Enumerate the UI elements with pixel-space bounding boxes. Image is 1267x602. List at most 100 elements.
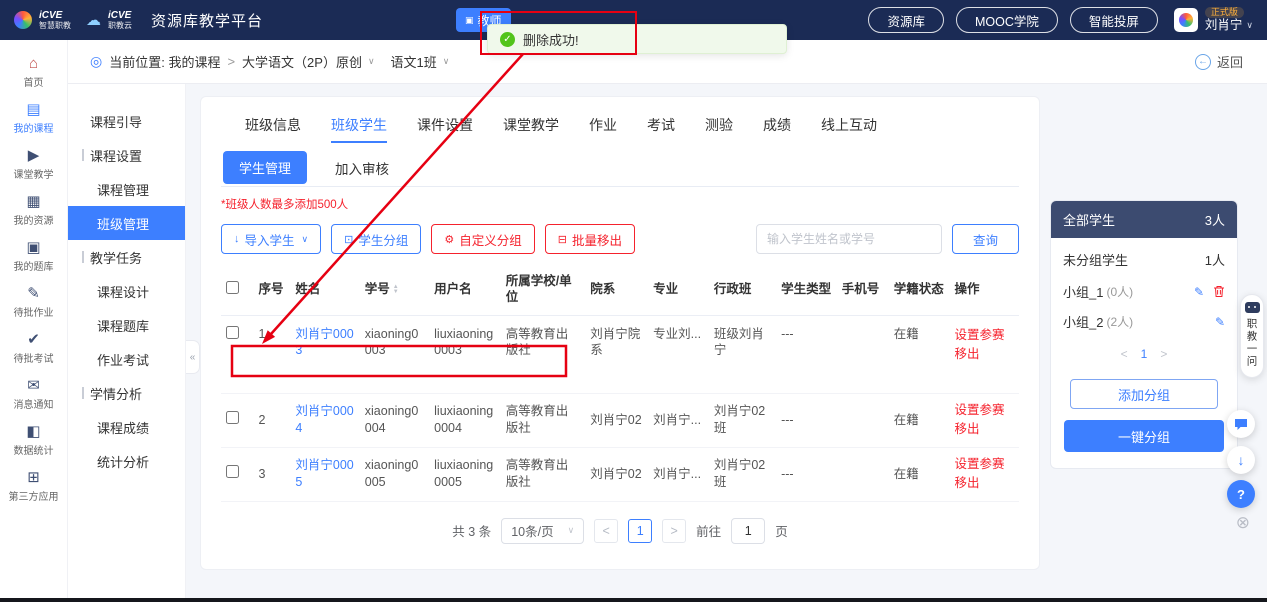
user-menu[interactable]: 正式版 刘肖宁 ∨ <box>1174 7 1253 34</box>
cell-index: 2 <box>254 393 291 447</box>
tab-class-info[interactable]: 班级信息 <box>245 115 301 147</box>
breadcrumb-course-select[interactable]: 大学语文（2P）原创 <box>242 52 362 71</box>
student-name-link[interactable]: 刘肖宁0005 <box>295 458 353 489</box>
menu-course-design[interactable]: 课程设计 <box>68 274 185 308</box>
help-widget-button[interactable]: ? <box>1227 480 1255 508</box>
student-grouping-button[interactable]: ⊡ 学生分组 <box>331 224 421 254</box>
row-checkbox[interactable] <box>226 411 239 424</box>
cell-phone <box>837 447 889 501</box>
menu-homework-exam[interactable]: 作业考试 <box>68 342 185 376</box>
student-name-link[interactable]: 刘肖宁0004 <box>295 404 353 435</box>
rail-pending-homework-label: 待批作业 <box>14 304 54 319</box>
rail-my-question-bank-label: 我的题库 <box>14 258 54 273</box>
import-students-button[interactable]: ↓ 导入学生 ∨ <box>221 224 321 254</box>
group-name: 小组_1 <box>1063 282 1103 301</box>
col-username: 用户名 <box>429 264 501 315</box>
menu-course-question-bank[interactable]: 课程题库 <box>68 308 185 342</box>
goto-page-input[interactable] <box>731 518 765 544</box>
tab-homework[interactable]: 作业 <box>589 115 617 147</box>
rail-my-courses[interactable]: ▤ 我的课程 <box>0 102 67 135</box>
row-checkbox[interactable] <box>226 465 239 478</box>
ungrouped-label: 未分组学生 <box>1063 250 1128 269</box>
next-page-button[interactable]: > <box>662 519 686 543</box>
tab-classroom-teaching[interactable]: 课堂教学 <box>503 115 559 147</box>
tab-quiz[interactable]: 测验 <box>705 115 733 147</box>
rail-pending-exams[interactable]: ✔ 待批考试 <box>0 332 67 365</box>
mooc-academy-button[interactable]: MOOC学院 <box>956 7 1058 33</box>
groups-pagination: < 1 > <box>1051 347 1237 361</box>
remove-student-link[interactable]: 移出 <box>955 345 1015 364</box>
group-row[interactable]: 小组_1 (0人) ✎ <box>1051 271 1237 301</box>
icve-cloud-logo-icon: ☁ <box>86 11 101 29</box>
rail-my-question-bank[interactable]: ▣ 我的题库 <box>0 240 67 273</box>
zhijiao-qa-tab[interactable]: 职教一问 <box>1240 294 1264 378</box>
prev-page-button[interactable]: < <box>594 519 618 543</box>
edit-group-icon[interactable]: ✎ <box>1215 315 1225 329</box>
custom-grouping-button[interactable]: ⚙ 自定义分组 <box>431 224 534 254</box>
sort-icon[interactable]: ▲▼ <box>393 285 399 295</box>
courses-icon: ▤ <box>26 102 40 117</box>
group-row[interactable]: 小组_2 (2人) ✎ <box>1051 301 1237 331</box>
subtab-student-management[interactable]: 学生管理 <box>223 151 307 184</box>
groups-next-button[interactable]: > <box>1160 347 1167 361</box>
rail-statistics[interactable]: ◧ 数据统计 <box>0 424 67 457</box>
set-contest-link[interactable]: 设置参赛 <box>955 401 1015 420</box>
page-number-button[interactable]: 1 <box>628 519 652 543</box>
subtab-join-review[interactable]: 加入审核 <box>335 151 389 178</box>
set-contest-link[interactable]: 设置参赛 <box>955 455 1015 474</box>
cell-actions: 设置参赛 移出 <box>950 393 1020 447</box>
collapse-sidebar-handle[interactable]: « <box>186 340 200 374</box>
back-button[interactable]: ← 返回 <box>1195 52 1243 71</box>
edit-group-icon[interactable]: ✎ <box>1194 285 1204 299</box>
rail-pending-homework[interactable]: ✎ 待批作业 <box>0 286 67 319</box>
auto-group-button[interactable]: 一键分组 <box>1064 420 1224 452</box>
menu-course-grades[interactable]: 课程成绩 <box>68 410 185 444</box>
breadcrumb-class-select[interactable]: 语文1班 <box>391 52 437 71</box>
batch-remove-button[interactable]: ⊟ 批量移出 <box>545 224 635 254</box>
question-bank-icon: ▣ <box>26 240 40 255</box>
user-name: 刘肖宁 ∨ <box>1205 18 1253 34</box>
menu-course-guide[interactable]: 课程引导 <box>68 104 185 138</box>
resource-library-button[interactable]: 资源库 <box>868 7 944 33</box>
rail-third-party-apps[interactable]: ⊞ 第三方应用 <box>0 470 67 503</box>
set-contest-link[interactable]: 设置参赛 <box>955 326 1015 345</box>
delete-group-icon[interactable] <box>1213 285 1225 298</box>
rail-messages[interactable]: ✉ 消息通知 <box>0 378 67 411</box>
col-student-no[interactable]: 学号▲▼ <box>360 264 429 315</box>
groups-page-number[interactable]: 1 <box>1141 347 1148 361</box>
page-size-select[interactable]: 10条/页 ∨ <box>501 518 584 544</box>
rail-classroom-teaching[interactable]: ▶ 课堂教学 <box>0 148 67 181</box>
row-checkbox[interactable] <box>226 326 239 339</box>
download-widget-button[interactable]: ↓ <box>1227 446 1255 474</box>
cell-major: 专业刘... <box>648 315 709 393</box>
tab-courseware-settings[interactable]: 课件设置 <box>417 115 473 147</box>
tab-exam[interactable]: 考试 <box>647 115 675 147</box>
tab-grades[interactable]: 成绩 <box>763 115 791 147</box>
rail-home-label: 首页 <box>24 74 44 89</box>
smart-casting-button[interactable]: 智能投屏 <box>1070 7 1158 33</box>
cell-department: 刘肖宁02 <box>585 393 648 447</box>
close-widgets-icon[interactable]: ⊗ <box>1236 513 1250 533</box>
menu-statistical-analysis[interactable]: 统计分析 <box>68 444 185 478</box>
menu-class-management[interactable]: 班级管理 <box>68 206 185 240</box>
search-input[interactable] <box>756 224 942 254</box>
remove-student-link[interactable]: 移出 <box>955 474 1015 493</box>
assistant-chat-button[interactable] <box>1227 410 1255 438</box>
students-group-icon: ⊡ <box>344 233 353 246</box>
tab-online-interaction[interactable]: 线上互动 <box>821 115 877 147</box>
tab-class-students[interactable]: 班级学生 <box>331 115 387 147</box>
group-count: (0人) <box>1106 283 1133 300</box>
section-course-settings: 课程设置 <box>68 138 185 172</box>
add-group-button[interactable]: 添加分组 <box>1070 379 1218 409</box>
col-actions: 操作 <box>950 264 1020 315</box>
col-admin-class: 行政班 <box>709 264 776 315</box>
rail-home[interactable]: ⌂ 首页 <box>0 56 67 89</box>
ungrouped-row: 未分组学生 1人 <box>1051 238 1237 271</box>
groups-prev-button[interactable]: < <box>1121 347 1128 361</box>
menu-course-management[interactable]: 课程管理 <box>68 172 185 206</box>
rail-my-resources[interactable]: ▦ 我的资源 <box>0 194 67 227</box>
select-all-checkbox[interactable] <box>226 281 239 294</box>
remove-student-link[interactable]: 移出 <box>955 420 1015 439</box>
student-name-link[interactable]: 刘肖宁0003 <box>295 327 353 358</box>
query-button[interactable]: 查询 <box>952 224 1019 254</box>
